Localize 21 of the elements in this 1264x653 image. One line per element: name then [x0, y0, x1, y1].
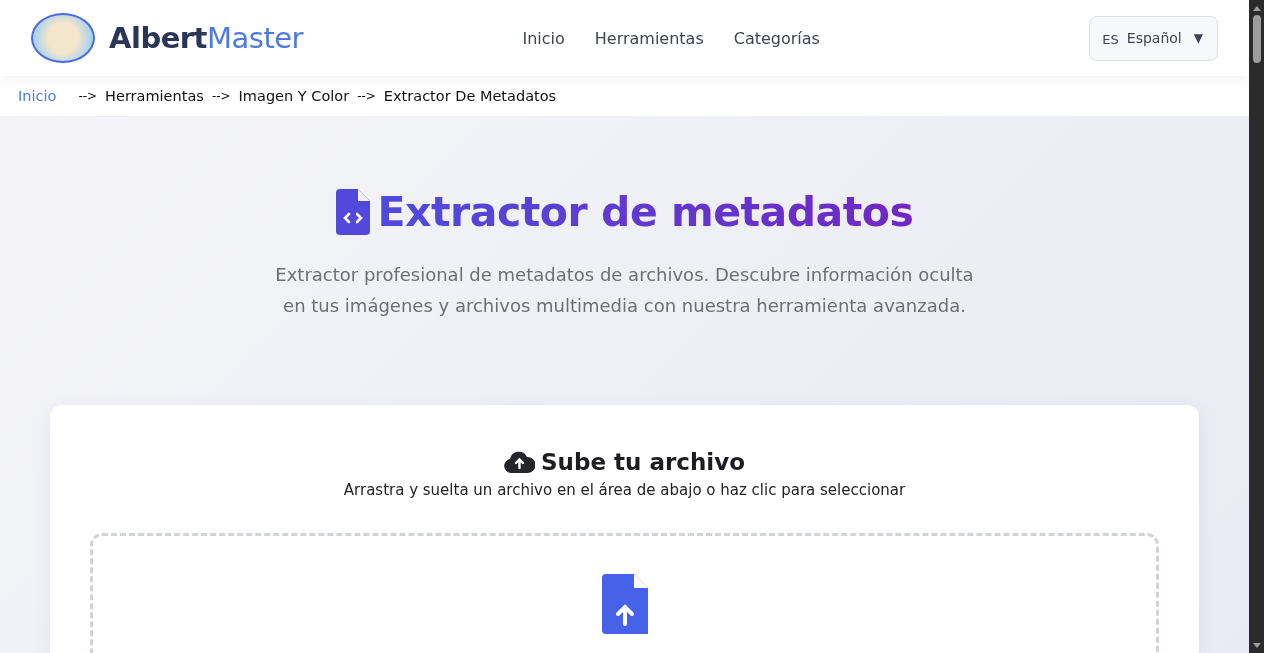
scrollbar-thumb[interactable]: [1252, 15, 1261, 63]
scroll-up-arrow-icon[interactable]: [1252, 6, 1261, 11]
upload-title: Sube tu archivo: [541, 449, 745, 475]
code-file-icon: [335, 189, 370, 236]
language-selector[interactable]: ES Español ▼: [1089, 15, 1218, 61]
file-upload-icon: [601, 574, 648, 634]
nav-link[interactable]: Herramientas: [594, 28, 704, 48]
nav-link[interactable]: Categorías: [733, 28, 820, 48]
page-description: Extractor profesional de metadatos de archivos. Descubre información oculta en tus imágenes y archivos multimedia con nuestra herramienta avanzada.: [274, 263, 975, 318]
breadcrumb-separator: -->: [211, 89, 231, 104]
breadcrumb-link[interactable]: Inicio: [18, 88, 57, 105]
nav-link[interactable]: Inicio: [522, 28, 565, 48]
breadcrumb-item[interactable]: Imagen Y Color: [238, 88, 350, 105]
breadcrumb-separator: -->: [78, 89, 98, 104]
scroll-down-arrow-icon[interactable]: [1252, 643, 1261, 648]
breadcrumb-separator: -->: [357, 89, 376, 104]
cloud-upload-icon: [504, 451, 536, 473]
upload-instructions: Arrastra y suelta un archivo en el área de abajo o haz clic para seleccionar: [342, 481, 907, 499]
breadcrumb-item[interactable]: Herramientas: [105, 88, 204, 105]
logo-text[interactable]: AlbertMaster: [109, 21, 304, 56]
breadcrumb-item[interactable]: Extractor De Metadatos: [383, 88, 557, 105]
